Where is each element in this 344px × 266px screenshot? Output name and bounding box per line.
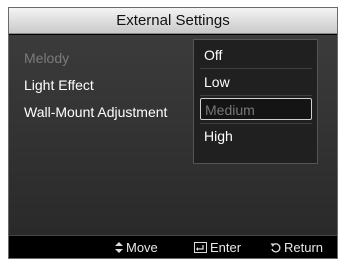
option-divider xyxy=(200,68,312,69)
option-high[interactable]: High xyxy=(200,125,312,147)
settings-content: Melody : Light Effect : Wall-Mount Adjus… xyxy=(9,35,337,235)
menu-item-wall-mount-adjustment[interactable]: Wall-Mount Adjustment xyxy=(24,99,199,126)
hint-move-label: Move xyxy=(126,240,158,255)
menu-item-label: Melody xyxy=(24,50,70,66)
osd-panel: External Settings Melody : Light Effect … xyxy=(8,7,338,259)
menu-item-melody[interactable]: Melody : xyxy=(24,45,199,72)
option-divider xyxy=(200,95,312,96)
hint-return: Return xyxy=(270,240,323,255)
option-dropdown: Off Low Medium High xyxy=(193,39,318,164)
option-medium[interactable]: Medium xyxy=(200,98,312,120)
hint-enter: Enter xyxy=(194,240,241,255)
hint-enter-label: Enter xyxy=(210,240,242,255)
window-title: External Settings xyxy=(9,8,337,34)
menu-item-light-effect[interactable]: Light Effect : xyxy=(24,72,199,99)
option-low[interactable]: Low xyxy=(200,71,312,93)
settings-menu: Melody : Light Effect : Wall-Mount Adjus… xyxy=(24,45,199,126)
option-off[interactable]: Off xyxy=(200,44,312,66)
enter-icon xyxy=(194,240,207,255)
help-bar: Move Enter Return xyxy=(9,235,337,258)
hint-move: Move xyxy=(115,240,158,255)
menu-item-label: Wall-Mount Adjustment xyxy=(24,104,168,120)
menu-item-label: Light Effect xyxy=(24,77,94,93)
return-icon xyxy=(270,240,281,255)
option-divider xyxy=(200,123,312,124)
updown-arrow-icon xyxy=(115,240,123,255)
hint-return-label: Return xyxy=(284,240,324,255)
